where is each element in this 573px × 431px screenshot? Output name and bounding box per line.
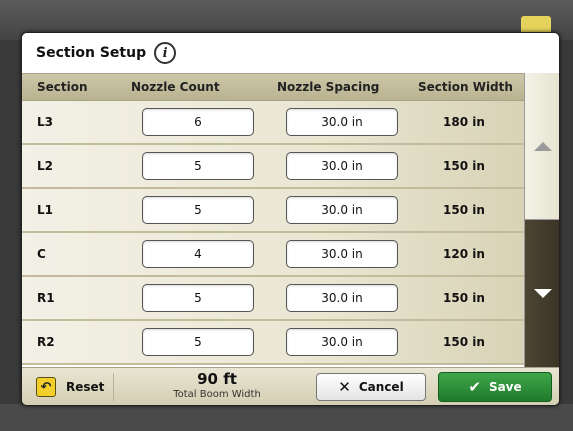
total-boom-width-label: Total Boom Width xyxy=(173,389,261,400)
triangle-up-icon xyxy=(533,141,552,151)
nozzle-count-input[interactable]: 5 xyxy=(142,152,254,180)
nozzle-count-input[interactable]: 5 xyxy=(142,284,254,312)
section-width-value: 150 in xyxy=(443,291,485,305)
section-width-value: 120 in xyxy=(443,247,485,261)
section-width-value: 150 in xyxy=(443,159,485,173)
table-body: L3 6 30.0 in 180 in L2 5 30.0 in 150 in … xyxy=(22,101,524,367)
section-width-value: 150 in xyxy=(443,203,485,217)
table-row: L3 6 30.0 in 180 in xyxy=(22,101,524,145)
checkmark-icon: ✔ xyxy=(468,378,481,396)
section-label: R2 xyxy=(37,335,55,349)
table-row: C 4 30.0 in 120 in xyxy=(22,233,524,277)
nozzle-spacing-input[interactable]: 30.0 in xyxy=(286,196,398,224)
header-section-width: Section Width xyxy=(418,80,513,94)
table-row: L2 5 30.0 in 150 in xyxy=(22,145,524,189)
undo-icon: ↶ xyxy=(36,377,56,397)
info-icon[interactable]: i xyxy=(154,42,177,64)
nozzle-count-input[interactable]: 5 xyxy=(142,328,254,356)
triangle-down-icon xyxy=(533,289,552,298)
section-setup-dialog: Section Setup i Section Nozzle Count Noz… xyxy=(21,32,560,406)
dialog-title: Section Setup xyxy=(36,45,147,61)
table-row: R1 5 30.0 in 150 in xyxy=(22,277,524,321)
nozzle-count-input[interactable]: 5 xyxy=(142,196,254,224)
cancel-button[interactable]: ✕ Cancel xyxy=(316,373,426,401)
nozzle-spacing-input[interactable]: 30.0 in xyxy=(286,240,398,268)
save-label: Save xyxy=(488,380,522,394)
section-width-value: 180 in xyxy=(443,115,485,129)
nozzle-spacing-input[interactable]: 30.0 in xyxy=(286,284,398,312)
table-row: L1 5 30.0 in 150 in xyxy=(22,189,524,233)
scroll-down-button[interactable] xyxy=(525,220,559,367)
background-footer xyxy=(0,404,573,431)
table-header: Section Nozzle Count Nozzle Spacing Sect… xyxy=(22,73,524,101)
save-button[interactable]: ✔ Save xyxy=(438,372,552,402)
cancel-label: Cancel xyxy=(358,380,404,394)
nozzle-spacing-input[interactable]: 30.0 in xyxy=(286,328,398,356)
header-nozzle-spacing: Nozzle Spacing xyxy=(277,80,380,94)
dialog-footer: ↶ Reset 90 ft Total Boom Width ✕ Cancel … xyxy=(22,367,559,405)
section-label: L1 xyxy=(37,203,53,217)
section-label: L3 xyxy=(37,115,53,129)
total-boom-width-value: 90 ft xyxy=(197,370,237,388)
x-icon: ✕ xyxy=(338,378,351,396)
nozzle-count-input[interactable]: 6 xyxy=(142,108,254,136)
dialog-title-bar: Section Setup i xyxy=(22,33,559,73)
section-width-value: 150 in xyxy=(443,335,485,349)
section-label: C xyxy=(37,247,46,261)
scroll-up-button[interactable] xyxy=(525,73,559,220)
nozzle-spacing-input[interactable]: 30.0 in xyxy=(286,108,398,136)
nozzle-count-input[interactable]: 4 xyxy=(142,240,254,268)
section-label: L2 xyxy=(37,159,53,173)
header-nozzle-count: Nozzle Count xyxy=(131,80,220,94)
reset-button[interactable]: ↶ Reset xyxy=(28,373,114,401)
table-row: R2 5 30.0 in 150 in xyxy=(22,321,524,365)
nozzle-spacing-input[interactable]: 30.0 in xyxy=(286,152,398,180)
table-scrollbar[interactable] xyxy=(524,73,559,367)
header-section: Section xyxy=(37,80,88,94)
section-label: R1 xyxy=(37,291,55,305)
reset-label: Reset xyxy=(66,380,105,394)
